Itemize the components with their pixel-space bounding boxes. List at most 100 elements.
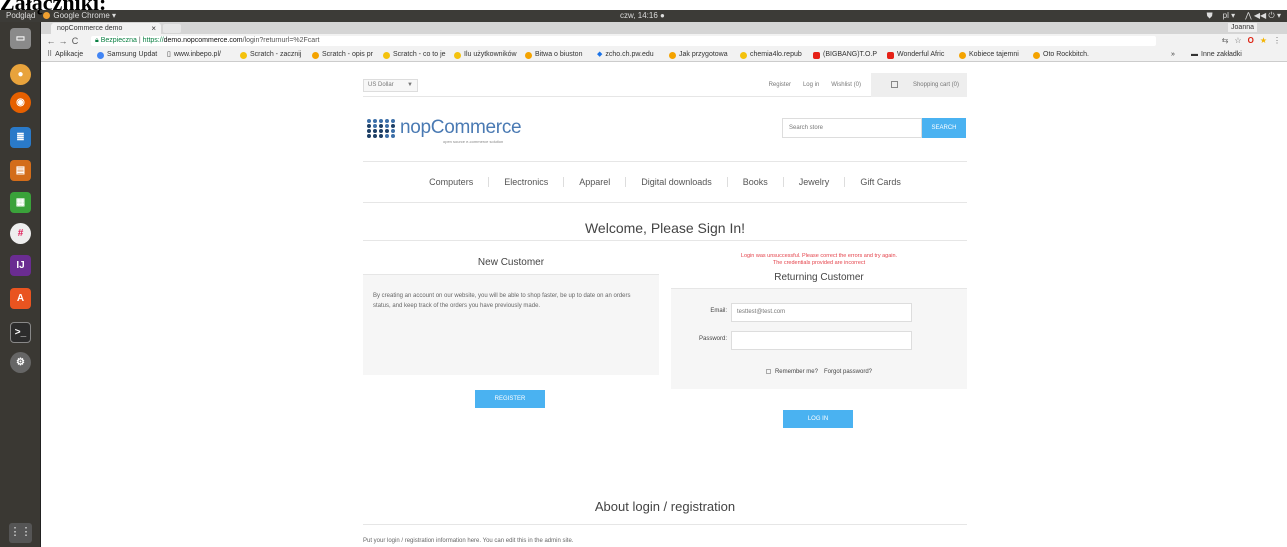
store-logo[interactable]: nopCommerce open source e-commerce solut…: [367, 117, 522, 144]
about-divider: [363, 524, 967, 525]
file-manager-icon[interactable]: ▭: [10, 28, 31, 49]
intellij-icon[interactable]: IJ: [10, 255, 31, 276]
lock-icon: 🔒︎: [95, 37, 99, 44]
firefox-icon[interactable]: ◉: [10, 92, 31, 113]
url-host: demo.nopcommerce.com: [163, 37, 243, 44]
forgot-password-link[interactable]: Forgot password?: [824, 369, 872, 375]
bookmark-item[interactable]: Jak przygotowa: [669, 48, 728, 61]
email-field[interactable]: testtest@test.com: [731, 303, 912, 322]
menu-item-apparel[interactable]: Apparel: [563, 177, 625, 187]
app-grid-icon[interactable]: ⋮⋮: [9, 523, 32, 543]
logo-text: nopCommerce: [400, 117, 522, 138]
currency-selector[interactable]: US Dollar ▼: [363, 79, 418, 92]
bookmark-favicon-icon: [669, 51, 676, 59]
browser-tab-strip: nopCommerce demo × Joanna: [41, 22, 1287, 34]
bookmark-favicon-icon: [97, 51, 104, 59]
bookmark-favicon-icon: [240, 51, 247, 59]
login-button[interactable]: Log in: [783, 410, 853, 428]
system-indicators[interactable]: ⋀ ◀◀ ⏻ ▾: [1245, 10, 1281, 22]
translate-icon[interactable]: ⇆: [1222, 36, 1229, 45]
top-menu: Computers Electronics Apparel Digital do…: [363, 161, 967, 203]
bookmark-item[interactable]: chemia4lo.repub: [740, 48, 802, 61]
bookmark-star-plain-icon[interactable]: ☆: [1234, 36, 1241, 45]
register-button[interactable]: Register: [475, 390, 545, 408]
remember-me-label[interactable]: Remember me?: [775, 369, 818, 375]
menu-item-books[interactable]: Books: [726, 177, 783, 187]
settings-gear-icon[interactable]: ⚙: [10, 352, 31, 373]
bookmark-favicon-icon: [525, 51, 532, 59]
bookmark-item[interactable]: ◆ zcho.ch.pw.edu: [597, 48, 654, 61]
document-heading: Załączniki:: [0, 0, 107, 15]
bookmark-item[interactable]: Kobiece tajemni: [959, 48, 1019, 61]
slack-icon[interactable]: #: [10, 223, 31, 244]
menu-item-electronics[interactable]: Electronics: [488, 177, 563, 187]
diamond-icon: ◆: [597, 51, 603, 58]
bookmark-item[interactable]: ▯ www.inbepo.pl/: [167, 48, 221, 61]
profile-chip[interactable]: Joanna: [1228, 23, 1257, 32]
bookmark-apps[interactable]: ⠿ Aplikacje: [47, 48, 83, 61]
menu-item-digital-downloads[interactable]: Digital downloads: [625, 177, 727, 187]
wishlist-link[interactable]: Wishlist (0): [831, 82, 861, 88]
password-field[interactable]: [731, 331, 912, 350]
new-customer-text: By creating an account on our website, y…: [363, 275, 659, 375]
new-customer-block: New Customer By creating an account on o…: [363, 251, 659, 375]
os-clock[interactable]: czw, 14:16 ●: [620, 10, 665, 22]
bookmark-favicon-icon: [740, 51, 747, 59]
remember-row: Remember me? Forgot password?: [671, 369, 967, 375]
back-arrow-icon[interactable]: ←: [45, 36, 57, 46]
login-link[interactable]: Log in: [803, 82, 819, 88]
menu-item-computers[interactable]: Computers: [414, 177, 488, 187]
folder-icon: ▬: [1191, 51, 1198, 58]
bookmark-item[interactable]: Samsung Updat: [97, 48, 157, 61]
bookmark-item[interactable]: Scratch - opis pr: [312, 48, 373, 61]
opera-extension-icon[interactable]: O: [1248, 36, 1254, 45]
address-bar[interactable]: 🔒︎ Bezpieczna | https://demo.nopcommerce…: [91, 36, 1156, 46]
writer-icon[interactable]: ≣: [10, 127, 31, 148]
bookmark-item[interactable]: Ilu użytkowników: [454, 48, 517, 61]
bookmark-favicon-icon: [1033, 51, 1040, 59]
search-box: Search store Search: [782, 118, 966, 138]
bookmarks-overflow[interactable]: »: [1171, 48, 1175, 61]
chrome-launcher-icon[interactable]: ●: [10, 64, 31, 85]
menu-item-gift-cards[interactable]: Gift Cards: [844, 177, 916, 187]
impress-icon[interactable]: ▤: [10, 160, 31, 181]
new-customer-title: New Customer: [363, 251, 659, 275]
returning-customer-block: Login was unsuccessful. Please correct t…: [671, 253, 967, 389]
os-launcher: ▭ ● ◉ ≣ ▤ ▦ # IJ A >_ ⚙ ⋮⋮: [0, 22, 41, 547]
terminal-icon[interactable]: >_: [10, 322, 31, 343]
login-error-message: Login was unsuccessful. Please correct t…: [671, 253, 967, 267]
bookmark-favicon-icon: [959, 51, 966, 59]
other-bookmarks[interactable]: ▬ Inne zakładki: [1191, 48, 1242, 61]
url-scheme: https://: [142, 37, 164, 44]
bookmark-favicon-icon: [454, 51, 461, 59]
software-center-icon[interactable]: A: [10, 288, 31, 309]
web-page: US Dollar ▼ Register Log in Wishlist (0)…: [41, 63, 1287, 547]
browser-menu-icon[interactable]: ⋮: [1273, 36, 1281, 45]
bookmark-item[interactable]: (BIGBANG)T.O.P: [813, 48, 877, 61]
bookmark-item[interactable]: Scratch - zacznij: [240, 48, 301, 61]
reload-icon[interactable]: C: [69, 36, 81, 46]
forward-arrow-icon[interactable]: →: [57, 36, 69, 46]
bookmark-item[interactable]: Oto Rockbitch.: [1033, 48, 1089, 61]
chevron-down-icon: ▼: [407, 82, 413, 88]
new-tab-button[interactable]: [163, 24, 181, 33]
browser-tab[interactable]: nopCommerce demo ×: [51, 23, 161, 34]
shield-icon[interactable]: ⛊: [1207, 10, 1213, 22]
page-icon: ▯: [167, 51, 171, 58]
register-link[interactable]: Register: [769, 82, 791, 88]
bookmark-item[interactable]: Scratch - co to je: [383, 48, 446, 61]
os-top-panel: Podgląd Google Chrome ▾ czw, 14:16 ● ⛊ p…: [0, 10, 1287, 22]
bookmark-star-icon[interactable]: ★: [1260, 36, 1267, 45]
about-title: About login / registration: [594, 499, 736, 514]
currency-value: US Dollar: [368, 82, 394, 88]
search-input[interactable]: Search store: [782, 118, 922, 138]
keyboard-language[interactable]: pl ▾: [1223, 10, 1235, 22]
remember-me-checkbox[interactable]: [765, 369, 771, 374]
menu-item-jewelry[interactable]: Jewelry: [782, 177, 845, 187]
search-button[interactable]: Search: [922, 118, 966, 138]
tab-close-icon[interactable]: ×: [151, 23, 156, 34]
shopping-cart-link[interactable]: Shopping cart (0): [870, 73, 967, 97]
bookmark-item[interactable]: Wonderful Afric: [887, 48, 944, 61]
bookmark-item[interactable]: Bitwa o biuston: [525, 48, 582, 61]
calc-icon[interactable]: ▦: [10, 192, 31, 213]
